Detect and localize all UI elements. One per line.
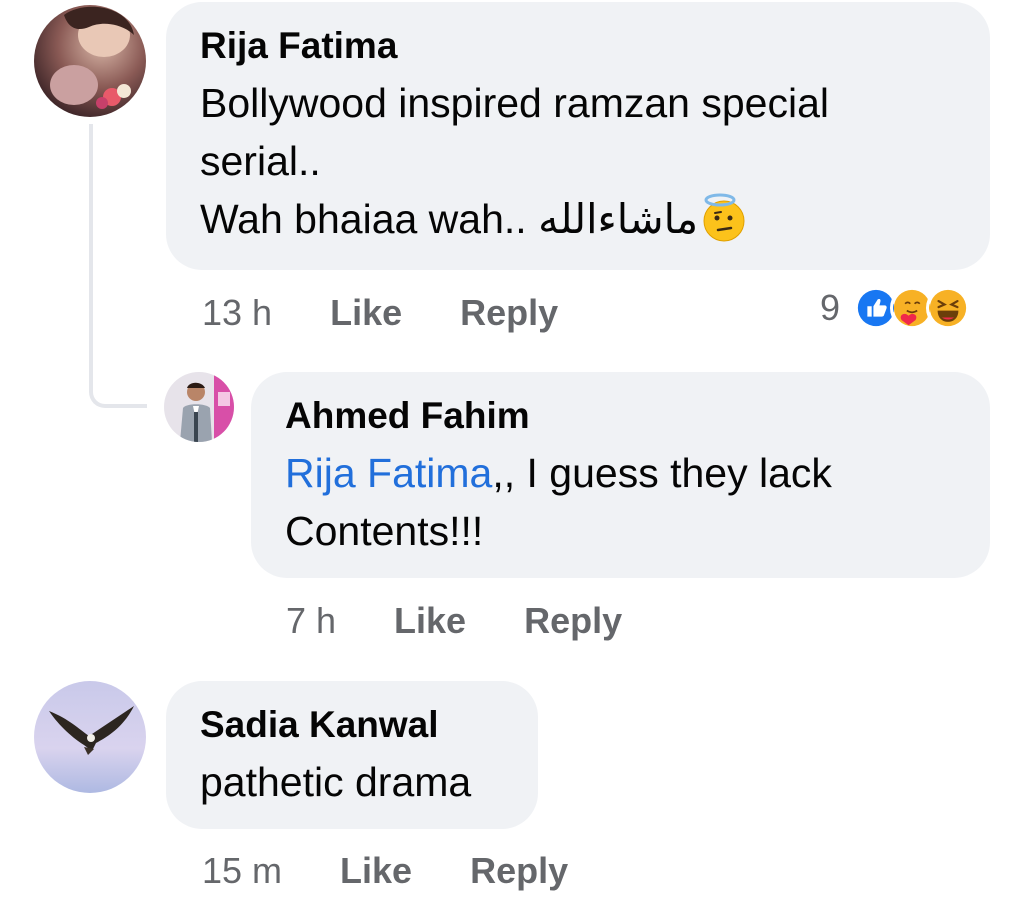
comment-text-line: Rija Fatima,, I guess they lack <box>285 444 956 502</box>
comment-text-line: Contents!!! <box>285 508 484 554</box>
reaction-count: 9 <box>820 287 841 328</box>
comment-author[interactable]: Rija Fatima <box>200 24 956 68</box>
halo-thinking-face-icon <box>698 192 750 244</box>
comment-text-line: pathetic drama <box>200 759 472 805</box>
comment-actions: 13 h Like Reply <box>202 292 558 334</box>
comment-timestamp[interactable]: 13 h <box>202 292 272 334</box>
avatar[interactable] <box>34 5 146 117</box>
like-button[interactable]: Like <box>340 850 412 892</box>
reply-button[interactable]: Reply <box>460 292 558 334</box>
comment-text: ,, I guess they lack <box>492 450 832 496</box>
comment-timestamp[interactable]: 15 m <box>202 850 282 892</box>
avatar[interactable] <box>164 372 234 442</box>
reply-button[interactable]: Reply <box>470 850 568 892</box>
like-button[interactable]: Like <box>330 292 402 334</box>
comment-author[interactable]: Sadia Kanwal <box>200 703 504 747</box>
comment-bubble: Sadia Kanwal pathetic drama <box>166 681 538 829</box>
comment-text-line: Wah bhaiaa wah.. ماشاءالله <box>200 190 956 252</box>
reply-thread-line <box>89 124 147 408</box>
comment-urdu-text: ماشاءالله <box>538 195 699 243</box>
reaction-summary[interactable]: 9 <box>820 286 971 330</box>
comment-text-line: Bollywood inspired ramzan special <box>200 80 829 126</box>
comment-timestamp[interactable]: 7 h <box>286 600 336 642</box>
comment-actions: 7 h Like Reply <box>286 600 622 642</box>
comment-text: Wah bhaiaa wah.. <box>200 196 539 242</box>
like-button[interactable]: Like <box>394 600 466 642</box>
reply-button[interactable]: Reply <box>524 600 622 642</box>
comment-actions: 15 m Like Reply <box>202 850 568 892</box>
haha-reaction-icon <box>926 286 971 330</box>
mention-link[interactable]: Rija Fatima <box>285 450 492 496</box>
comment-text-line: serial.. <box>200 138 321 184</box>
comment-bubble: Rija Fatima Bollywood inspired ramzan sp… <box>166 2 990 270</box>
comment-author[interactable]: Ahmed Fahim <box>285 394 956 438</box>
avatar[interactable] <box>34 681 146 793</box>
comment-bubble: Ahmed Fahim Rija Fatima,, I guess they l… <box>251 372 990 578</box>
